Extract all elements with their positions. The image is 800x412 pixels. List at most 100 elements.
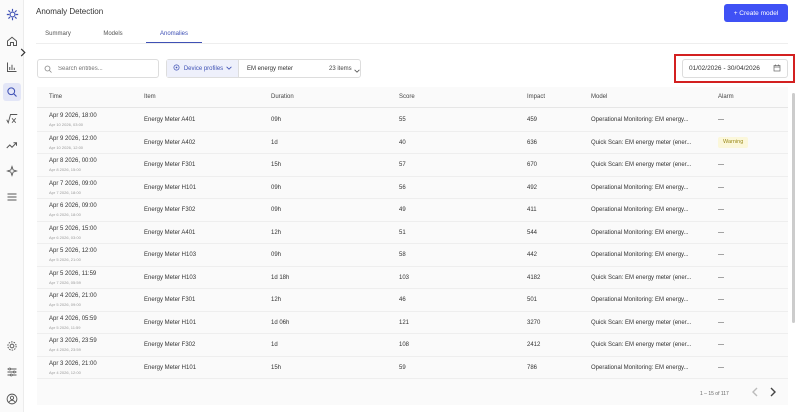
table-row[interactable]: Apr 5 2026, 12:00 Apr 5 2026, 21:00 Energy… — [37, 244, 788, 267]
sliders-icon[interactable] — [3, 363, 21, 381]
cell-time-end: Apr 5 2026, 21:00 — [49, 257, 81, 262]
trend-icon[interactable] — [3, 136, 21, 154]
cell-score: 56 — [399, 184, 406, 191]
table-row[interactable]: Apr 9 2026, 12:00 Apr 10 2026, 12:00 Energ… — [37, 132, 788, 154]
cell-model: Operational Monitoring: EM energy... — [591, 184, 689, 191]
table-row[interactable]: Apr 3 2026, 23:59 Apr 4 2026, 23:59 Energy… — [37, 334, 788, 357]
table-row[interactable]: Apr 9 2026, 18:00 Apr 10 2026, 03:00 Energ… — [37, 109, 788, 132]
cell-item: Energy Meter F302 — [144, 207, 196, 213]
table-row[interactable]: Apr 5 2026, 15:00 Apr 6 2026, 03:00 Energy… — [37, 222, 788, 244]
alarm-warning-badge[interactable]: Warning — [718, 136, 749, 148]
cell-duration: 09h — [271, 184, 282, 191]
cell-model: Quick Scan: EM energy meter (ener... — [591, 139, 692, 146]
cell-time-start: Apr 5 2026, 15:00 — [49, 225, 97, 232]
cell-model: Operational Monitoring: EM energy... — [591, 252, 689, 258]
tab-summary[interactable]: Summary — [36, 29, 80, 43]
sparkle-icon[interactable] — [3, 162, 21, 180]
chevron-down-icon — [226, 66, 232, 72]
cell-alarm: — — [718, 252, 724, 258]
cell-alarm: — — [718, 207, 724, 213]
page-title: Anomaly Detection — [36, 7, 104, 16]
table-row[interactable]: Apr 3 2026, 21:00 Apr 4 2026, 12:00 Energy… — [37, 357, 788, 379]
tab-anomalies[interactable]: Anomalies — [146, 29, 202, 43]
formula-icon[interactable] — [3, 110, 21, 128]
cell-score: 108 — [399, 342, 410, 348]
column-header-item[interactable]: Item — [144, 94, 156, 100]
column-header-alarm[interactable]: Alarm — [718, 94, 734, 100]
cell-item: Energy Meter F302 — [144, 342, 196, 348]
previous-page-icon[interactable] — [752, 387, 758, 400]
cell-model: Quick Scan: EM energy meter (ener... — [591, 274, 692, 281]
cell-alarm: — — [718, 342, 724, 348]
cell-impact: 459 — [527, 117, 538, 123]
cell-time-end: Apr 8 2026, 15:00 — [49, 167, 81, 172]
cell-model: Operational Monitoring: EM energy... — [591, 364, 689, 371]
profile-icon — [173, 64, 180, 73]
date-range-picker[interactable]: 01/02/2026 - 30/04/2026 — [682, 59, 788, 78]
column-header-score[interactable]: Score — [399, 94, 415, 100]
cell-time-start: Apr 4 2026, 21:00 — [49, 293, 97, 299]
anomaly-search-icon[interactable] — [3, 83, 21, 101]
cell-alarm: — — [718, 274, 724, 281]
table-row[interactable]: Apr 8 2026, 00:00 Apr 8 2026, 15:00 Energy… — [37, 154, 788, 177]
cell-impact: 4182 — [527, 274, 541, 281]
next-page-icon[interactable] — [770, 387, 776, 400]
cell-item: Energy Meter A402 — [144, 139, 196, 146]
device-profiles-dropdown[interactable]: Device profiles — [167, 60, 239, 77]
settings-gear-icon[interactable] — [3, 337, 21, 355]
cell-alarm: — — [718, 297, 724, 303]
cell-impact: 442 — [527, 252, 538, 258]
cell-item: Energy Meter H101 — [144, 364, 197, 371]
column-header-duration[interactable]: Duration — [271, 94, 294, 100]
cell-alarm: — — [718, 319, 724, 326]
table-row[interactable]: Apr 5 2026, 11:59 Apr 7 2026, 05:59 Energy… — [37, 267, 788, 289]
cell-alarm: — — [718, 364, 724, 371]
bar-chart-icon[interactable] — [3, 58, 21, 76]
search-input[interactable] — [58, 65, 148, 72]
cell-score: 57 — [399, 162, 406, 168]
cell-item: Energy Meter F301 — [144, 297, 196, 303]
table-row[interactable]: Apr 4 2026, 05:59 Apr 5 2026, 11:59 Energy… — [37, 312, 788, 334]
cell-item: Energy Meter A401 — [144, 229, 196, 236]
column-header-impact[interactable]: Impact — [527, 94, 545, 100]
table-scrollbar[interactable] — [792, 87, 796, 387]
cell-impact: 786 — [527, 364, 538, 371]
table-header: Time Item Duration Score Impact Model Al… — [37, 87, 788, 108]
cell-score: 59 — [399, 364, 406, 371]
sidebar — [0, 0, 24, 412]
calendar-icon[interactable] — [773, 64, 781, 74]
cell-item: Energy Meter H101 — [144, 319, 197, 326]
cell-item: Energy Meter H103 — [144, 252, 197, 258]
cell-duration: 09h — [271, 117, 282, 123]
tab-bar: Summary Models Anomalies — [36, 29, 202, 43]
items-count[interactable]: 23 items — [329, 66, 352, 72]
cell-impact: 544 — [527, 229, 538, 236]
user-account-icon[interactable] — [3, 390, 21, 408]
column-header-time[interactable]: Time — [49, 94, 62, 100]
cell-time-end: Apr 4 2026, 12:00 — [49, 369, 81, 375]
table-row[interactable]: Apr 6 2026, 09:00 Apr 6 2026, 18:00 Energy… — [37, 199, 788, 222]
cell-duration: 15h — [271, 364, 282, 371]
table-row[interactable]: Apr 7 2026, 09:00 Apr 7 2026, 18:00 Energy… — [37, 177, 788, 199]
cell-score: 40 — [399, 139, 406, 146]
table-row[interactable]: Apr 4 2026, 21:00 Apr 5 2026, 09:00 Energy… — [37, 289, 788, 312]
sidebar-expand-chevron-icon[interactable] — [18, 46, 28, 58]
cell-model: Operational Monitoring: EM energy... — [591, 207, 689, 213]
cell-duration: 15h — [271, 162, 282, 168]
cell-impact: 2412 — [527, 342, 541, 348]
cell-time-start: Apr 9 2026, 18:00 — [49, 113, 97, 119]
column-header-model[interactable]: Model — [591, 94, 607, 100]
app-logo-icon[interactable] — [3, 5, 21, 23]
items-chevron-down-icon[interactable] — [353, 60, 360, 78]
device-profiles-label: Device profiles — [183, 65, 224, 72]
cell-duration: 1d — [271, 342, 278, 348]
create-model-button[interactable]: + Create model — [724, 4, 788, 22]
cell-duration: 1d 18h — [271, 274, 290, 281]
cell-impact: 3270 — [527, 319, 541, 326]
menu-icon[interactable] — [3, 188, 21, 206]
search-box[interactable] — [37, 59, 159, 78]
date-range-value: 01/02/2026 - 30/04/2026 — [689, 65, 760, 72]
tab-models[interactable]: Models — [80, 29, 146, 43]
device-profiles-filter[interactable]: Device profiles EM energy meter 23 items — [166, 59, 361, 78]
scrollbar-thumb[interactable] — [792, 93, 795, 323]
